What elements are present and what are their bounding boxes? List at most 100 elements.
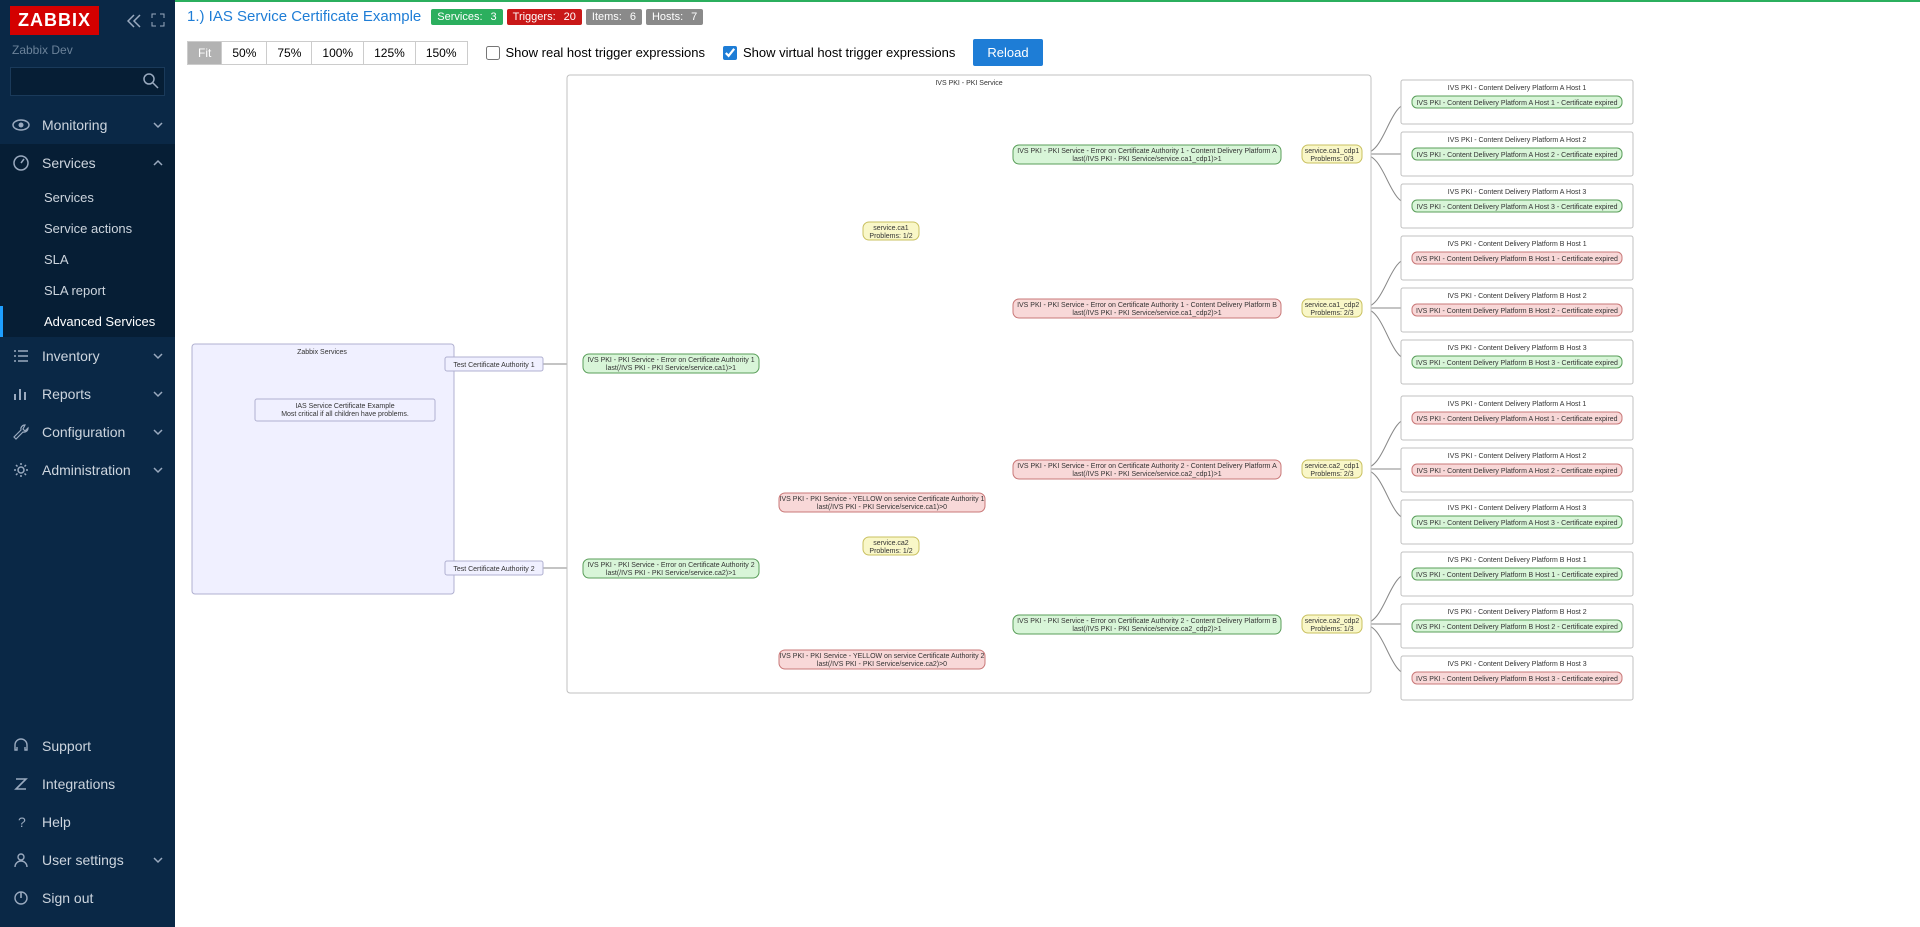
node-svc-ca1-cdp2[interactable]: service.ca1_cdp2Problems: 2/3	[1302, 299, 1362, 317]
node-pki-service[interactable]: IVS PKI - PKI Service	[567, 75, 1371, 693]
svg-text:service.ca1_cdp2: service.ca1_cdp2	[1305, 302, 1360, 309]
svg-text:Test Certificate Authority 1: Test Certificate Authority 1	[453, 362, 534, 369]
svg-text:IVS PKI - Content Delivery Pla: IVS PKI - Content Delivery Platform B Ho…	[1416, 572, 1618, 579]
node-host-A2-g1[interactable]: IVS PKI - Content Delivery Platform A Ho…	[1401, 132, 1633, 176]
node-yellow-ca2[interactable]: IVS PKI - PKI Service - YELLOW on servic…	[779, 650, 985, 669]
node-host-B1-g4[interactable]: IVS PKI - Content Delivery Platform B Ho…	[1401, 552, 1633, 596]
svg-text:Most critical if all children: Most critical if all children have probl…	[281, 411, 409, 418]
svg-text:IVS PKI - Content Delivery Pla: IVS PKI - Content Delivery Platform A Ho…	[1448, 189, 1587, 196]
svg-text:last(/IVS PKI - PKI Service/se: last(/IVS PKI - PKI Service/service.ca2_…	[1072, 626, 1221, 633]
search-input[interactable]	[10, 67, 165, 96]
node-yellow-ca1[interactable]: IVS PKI - PKI Service - YELLOW on servic…	[779, 493, 985, 512]
svg-text:IVS PKI - Content Delivery Pla: IVS PKI - Content Delivery Platform B Ho…	[1416, 624, 1618, 631]
svg-text:IVS PKI - Content Delivery Pla: IVS PKI - Content Delivery Platform B Ho…	[1416, 360, 1618, 367]
reload-button[interactable]: Reload	[973, 39, 1042, 66]
nav-reports[interactable]: Reports	[0, 375, 175, 413]
collapse-icon[interactable]	[127, 13, 143, 29]
svg-text:Problems: 1/3: Problems: 1/3	[1310, 626, 1353, 633]
zoom-50[interactable]: 50%	[222, 41, 267, 65]
wrench-icon	[12, 423, 30, 441]
subnav-sla-report[interactable]: SLA report	[0, 275, 175, 306]
zoom-150[interactable]: 150%	[416, 41, 468, 65]
help-icon: ?	[12, 813, 30, 831]
zoom-fit[interactable]: Fit	[187, 41, 222, 65]
nav-administration[interactable]: Administration	[0, 451, 175, 489]
nav-help[interactable]: ? Help	[0, 803, 175, 841]
nav-configuration-label: Configuration	[42, 424, 125, 440]
node-svc-ca2[interactable]: service.ca2 Problems: 1/2	[863, 537, 919, 555]
node-eca1-cdpB[interactable]: IVS PKI - PKI Service - Error on Certifi…	[1013, 299, 1281, 318]
badge-items: Items:6	[586, 9, 642, 25]
node-host-B1-g2[interactable]: IVS PKI - Content Delivery Platform B Ho…	[1401, 236, 1633, 280]
node-eca1[interactable]: IVS PKI - PKI Service - Error on Certifi…	[583, 354, 759, 373]
node-host-A3-g1[interactable]: IVS PKI - Content Delivery Platform A Ho…	[1401, 184, 1633, 228]
node-eca1-cdpA[interactable]: IVS PKI - PKI Service - Error on Certifi…	[1013, 145, 1281, 164]
nav-sign-out[interactable]: Sign out	[0, 879, 175, 917]
node-svc-ca1-cdp1[interactable]: service.ca1_cdp1Problems: 0/3	[1302, 145, 1362, 163]
svg-text:IVS PKI - PKI Service - YELLOW: IVS PKI - PKI Service - YELLOW on servic…	[780, 496, 985, 503]
nav-services[interactable]: Services	[0, 144, 175, 182]
nav-monitoring[interactable]: Monitoring	[0, 106, 175, 144]
node-svc-ca2-cdp2[interactable]: service.ca2_cdp2Problems: 1/3	[1302, 615, 1362, 633]
svg-text:last(/IVS PKI - PKI Service/se: last(/IVS PKI - PKI Service/service.ca1)…	[606, 365, 736, 372]
node-host-A2-g3[interactable]: IVS PKI - Content Delivery Platform A Ho…	[1401, 448, 1633, 492]
zoom-100[interactable]: 100%	[312, 41, 364, 65]
chevron-down-icon	[153, 120, 163, 130]
zoom-75[interactable]: 75%	[267, 41, 312, 65]
headset-icon	[12, 737, 30, 755]
subnav-sla[interactable]: SLA	[0, 244, 175, 275]
node-svc-ca2-cdp1[interactable]: service.ca2_cdp1Problems: 2/3	[1302, 460, 1362, 478]
badge-hosts: Hosts:7	[646, 9, 703, 25]
nav-integrations-label: Integrations	[42, 776, 115, 792]
node-zabbix-services[interactable]: Zabbix Services IAS Service Certificate …	[192, 344, 543, 594]
expand-icon[interactable]	[151, 13, 165, 27]
node-host-A1-g3[interactable]: IVS PKI - Content Delivery Platform A Ho…	[1401, 396, 1633, 440]
zoom-125[interactable]: 125%	[364, 41, 416, 65]
node-host-A1-g1[interactable]: IVS PKI - Content Delivery Platform A Ho…	[1401, 80, 1633, 124]
nav-configuration[interactable]: Configuration	[0, 413, 175, 451]
svg-text:IVS PKI - Content Delivery Pla: IVS PKI - Content Delivery Platform A Ho…	[1448, 85, 1587, 92]
node-host-B2-g2[interactable]: IVS PKI - Content Delivery Platform B Ho…	[1401, 288, 1633, 332]
node-eca2-cdpB[interactable]: IVS PKI - PKI Service - Error on Certifi…	[1013, 615, 1281, 634]
node-svc-ca1[interactable]: service.ca1 Problems: 1/2	[863, 222, 919, 240]
svg-text:last(/IVS PKI - PKI Service/se: last(/IVS PKI - PKI Service/service.ca1_…	[1072, 156, 1221, 163]
chevron-up-icon	[153, 158, 163, 168]
node-host-B3-g2[interactable]: IVS PKI - Content Delivery Platform B Ho…	[1401, 340, 1633, 384]
svg-text:IVS PKI - Content Delivery Pla: IVS PKI - Content Delivery Platform B Ho…	[1447, 557, 1586, 564]
svg-text:IVS PKI - Content Delivery Pla: IVS PKI - Content Delivery Platform B Ho…	[1416, 676, 1618, 683]
chevron-down-icon	[153, 389, 163, 399]
svg-text:IVS PKI - Content Delivery Pla: IVS PKI - Content Delivery Platform A Ho…	[1416, 520, 1617, 527]
gear-icon	[12, 461, 30, 479]
subnav-advanced-services[interactable]: Advanced Services	[0, 306, 175, 337]
node-host-B2-g4[interactable]: IVS PKI - Content Delivery Platform B Ho…	[1401, 604, 1633, 648]
nav-support[interactable]: Support	[0, 727, 175, 765]
svg-text:Problems: 1/2: Problems: 1/2	[869, 233, 912, 240]
checkbox-show-real[interactable]: Show real host trigger expressions	[486, 45, 705, 60]
node-host-A3-g3[interactable]: IVS PKI - Content Delivery Platform A Ho…	[1401, 500, 1633, 544]
svg-text:IVS PKI - Content Delivery Pla: IVS PKI - Content Delivery Platform A Ho…	[1448, 137, 1587, 144]
svg-text:service.ca2: service.ca2	[873, 540, 909, 547]
svg-text:IVS PKI - PKI Service - Error: IVS PKI - PKI Service - Error on Certifi…	[587, 562, 754, 569]
chevron-down-icon	[153, 351, 163, 361]
checkbox-show-virtual[interactable]: Show virtual host trigger expressions	[723, 45, 955, 60]
svg-text:Test Certificate Authority 2: Test Certificate Authority 2	[453, 566, 534, 573]
subnav-service-actions[interactable]: Service actions	[0, 213, 175, 244]
node-eca2-cdpA[interactable]: IVS PKI - PKI Service - Error on Certifi…	[1013, 460, 1281, 479]
svg-text:Problems: 0/3: Problems: 0/3	[1310, 156, 1353, 163]
page-title[interactable]: 1.) IAS Service Certificate Example	[187, 8, 421, 25]
z-icon	[12, 775, 30, 793]
subnav-services[interactable]: Services	[0, 182, 175, 213]
search-icon[interactable]	[143, 73, 159, 89]
chevron-down-icon	[153, 427, 163, 437]
service-graph[interactable]: Zabbix Services IAS Service Certificate …	[187, 74, 1907, 884]
node-host-B3-g4[interactable]: IVS PKI - Content Delivery Platform B Ho…	[1401, 656, 1633, 700]
svg-text:IVS PKI - Content Delivery Pla: IVS PKI - Content Delivery Platform B Ho…	[1447, 609, 1586, 616]
logo[interactable]: ZABBIX	[10, 6, 99, 35]
bar-chart-icon	[12, 385, 30, 403]
nav-user-settings[interactable]: User settings	[0, 841, 175, 879]
nav-inventory[interactable]: Inventory	[0, 337, 175, 375]
node-eca2[interactable]: IVS PKI - PKI Service - Error on Certifi…	[583, 559, 759, 578]
svg-text:IVS PKI - PKI Service - Error: IVS PKI - PKI Service - Error on Certifi…	[1017, 618, 1277, 625]
nav-integrations[interactable]: Integrations	[0, 765, 175, 803]
svg-text:IVS PKI - Content Delivery Pla: IVS PKI - Content Delivery Platform A Ho…	[1448, 401, 1587, 408]
